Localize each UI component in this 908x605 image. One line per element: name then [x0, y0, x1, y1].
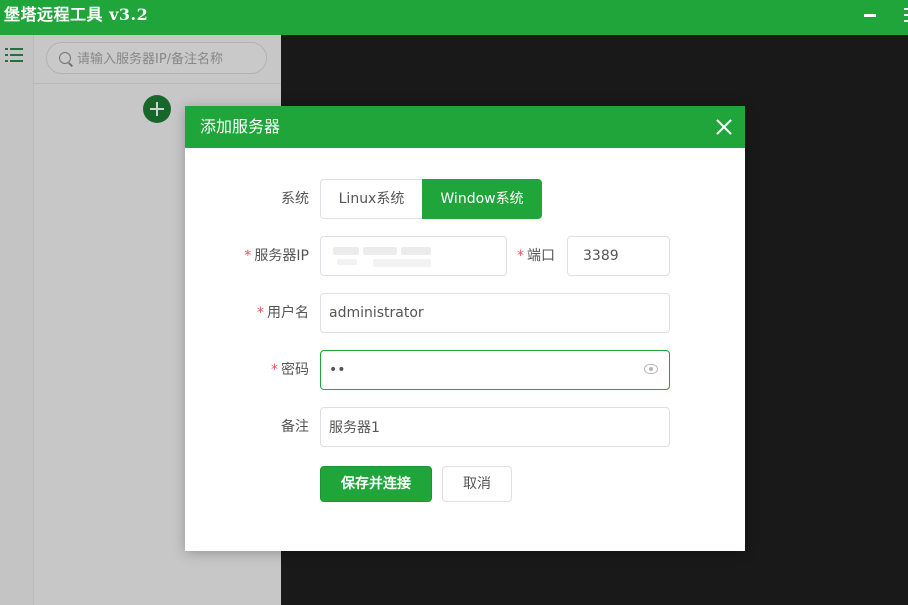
username-field[interactable] — [320, 293, 670, 333]
linux-system-option[interactable]: Linux系统 — [320, 179, 423, 219]
password-label: * 密码 — [271, 362, 309, 378]
note-field[interactable] — [320, 407, 670, 447]
server-ip-label: * 服务器IP — [244, 248, 309, 264]
eye-icon[interactable] — [644, 364, 658, 374]
note-input[interactable] — [329, 417, 659, 437]
username-label: * 用户名 — [257, 305, 309, 321]
port-field[interactable] — [567, 236, 670, 276]
add-server-dialog: 添加服务器 系统 Linux系统 Window系统 *服务器IP *端口 *用户… — [185, 106, 745, 551]
save-and-connect-button[interactable]: 保存并连接 — [320, 466, 432, 502]
minimize-icon[interactable] — [864, 14, 876, 17]
windows-system-option[interactable]: Window系统 — [422, 179, 542, 219]
required-mark: * — [271, 362, 278, 378]
port-label: * 端口 — [517, 248, 555, 264]
close-window-icon[interactable] — [904, 8, 908, 22]
server-ip-field[interactable] — [320, 236, 507, 276]
ip-redaction — [333, 245, 431, 271]
required-mark: * — [244, 248, 252, 264]
username-input[interactable] — [329, 303, 659, 323]
title-bar: 堡塔远程工具 v3.2 — [0, 0, 908, 35]
password-input[interactable] — [329, 360, 629, 380]
cancel-button[interactable]: 取消 — [442, 466, 512, 502]
dialog-header: 添加服务器 — [185, 106, 745, 148]
password-field[interactable] — [320, 350, 670, 390]
dialog-title: 添加服务器 — [200, 117, 281, 136]
app-title: 堡塔远程工具 v3.2 — [4, 5, 149, 24]
system-label: 系统 — [281, 191, 309, 207]
required-mark: * — [257, 305, 264, 321]
port-input[interactable] — [583, 246, 663, 266]
close-icon[interactable] — [714, 117, 734, 137]
required-mark: * — [517, 248, 524, 264]
note-label: 备注 — [281, 419, 309, 435]
